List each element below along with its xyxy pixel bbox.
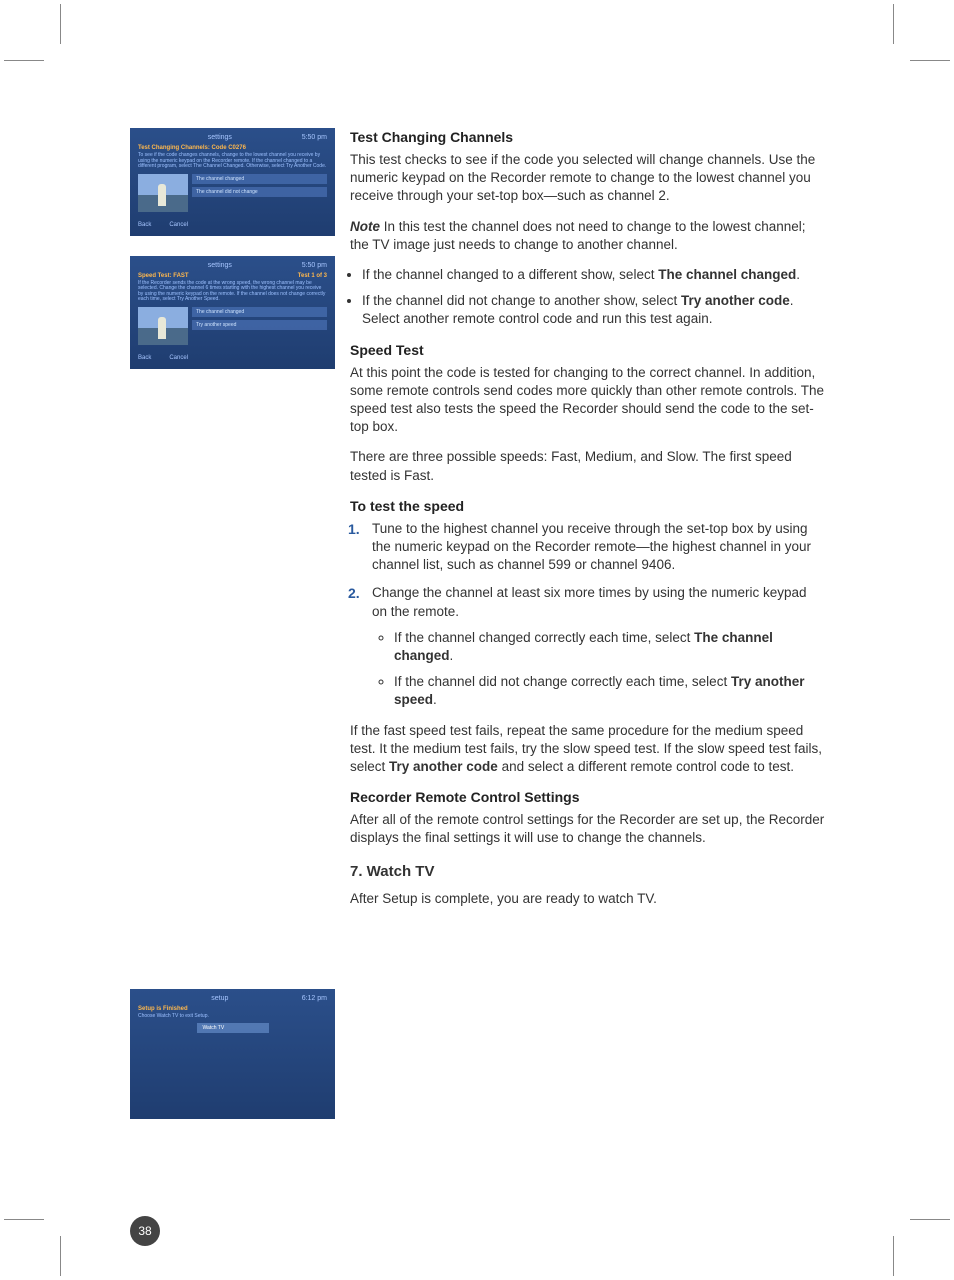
- screenshot-test-changing-channels: settings 5:50 pm Test Changing Channels: …: [130, 128, 335, 236]
- shot1-opt1: The channel changed: [192, 174, 327, 184]
- shot2-cancel: Cancel: [169, 355, 188, 361]
- p-speeds: There are three possible speeds: Fast, M…: [340, 448, 825, 484]
- shot2-opt1: The channel changed: [192, 307, 327, 317]
- p-speed-test-desc: At this point the code is tested for cha…: [340, 364, 825, 437]
- shot3-topbar: setup: [211, 995, 228, 1002]
- step-2-bullet-changed: If the channel changed correctly each ti…: [394, 629, 825, 665]
- p-note: Note In this test the channel does not n…: [340, 218, 825, 254]
- note-text: In this test the channel does not need t…: [350, 219, 806, 252]
- heading-watch-tv: 7. Watch TV: [340, 862, 825, 882]
- step-2: 2.Change the channel at least six more t…: [348, 584, 825, 709]
- shot3-title: Setup is Finished: [138, 1006, 327, 1012]
- heading-recorder-remote-settings: Recorder Remote Control Settings: [340, 788, 825, 807]
- p-test-description: This test checks to see if the code you …: [340, 151, 825, 206]
- screenshot-setup-finished: setup 6:12 pm Setup is Finished Choose Wa…: [130, 989, 335, 1119]
- p-recorder-settings: After all of the remote control settings…: [340, 811, 825, 847]
- shot3-watch-tv-button: Watch TV: [197, 1023, 269, 1033]
- shot1-title: Test Changing Channels: Code C0276: [138, 145, 327, 151]
- screenshot-speed-test: settings 5:50 pm Speed Test: FAST Test 1 o…: [130, 256, 335, 369]
- shot2-opt2: Try another speed: [192, 320, 327, 330]
- heading-to-test-speed: To test the speed: [340, 497, 825, 516]
- shot1-cancel: Cancel: [169, 222, 188, 228]
- shot1-back: Back: [138, 222, 151, 228]
- shot3-desc: Choose Watch TV to exit Setup.: [138, 1014, 327, 1020]
- shot2-title: Speed Test: FAST: [138, 273, 189, 279]
- shot2-back: Back: [138, 355, 151, 361]
- shot2-thumb: [138, 307, 188, 345]
- step-1: 1.Tune to the highest channel you receiv…: [348, 520, 825, 575]
- shot1-time: 5:50 pm: [302, 134, 327, 141]
- shot2-desc: If the Recorder sends the code at the wr…: [138, 281, 327, 303]
- bullet-channel-changed: If the channel changed to a different sh…: [362, 266, 825, 284]
- p-fast-fails: If the fast speed test fails, repeat the…: [340, 722, 825, 777]
- page-number: 38: [130, 1216, 160, 1246]
- shot1-topbar: settings: [208, 134, 232, 141]
- shot1-opt2: The channel did not change: [192, 187, 327, 197]
- shot1-thumb: [138, 174, 188, 212]
- shot2-time: 5:50 pm: [302, 262, 327, 269]
- shot2-topbar: settings: [208, 262, 232, 269]
- bullet-try-another-code: If the channel did not change to another…: [362, 292, 825, 328]
- shot1-desc: To see if the code changes channels, cha…: [138, 153, 327, 170]
- p-watch-tv: After Setup is complete, you are ready t…: [340, 890, 825, 908]
- note-label: Note: [350, 219, 380, 234]
- shot2-test-count: Test 1 of 3: [298, 273, 327, 279]
- shot3-time: 6:12 pm: [302, 995, 327, 1002]
- step-2-bullet-another-speed: If the channel did not change correctly …: [394, 673, 825, 709]
- heading-test-changing-channels: Test Changing Channels: [340, 128, 825, 147]
- heading-speed-test: Speed Test: [340, 341, 825, 360]
